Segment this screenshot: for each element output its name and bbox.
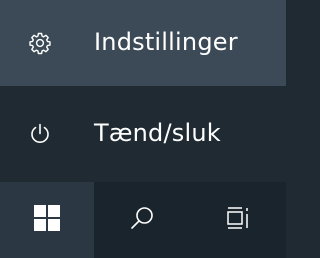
start-button[interactable] <box>0 182 94 258</box>
power-menu-item[interactable]: Tænd/sluk <box>0 86 286 182</box>
gear-icon <box>28 31 52 55</box>
settings-menu-item[interactable]: Indstillinger <box>0 0 286 86</box>
start-menu: Indstillinger Tænd/sluk <box>0 0 286 258</box>
search-button[interactable] <box>94 182 190 258</box>
search-icon <box>129 205 155 235</box>
windows-logo-icon <box>34 205 60 235</box>
power-label: Tænd/sluk <box>94 119 221 147</box>
task-view-icon <box>225 205 251 235</box>
power-icon <box>28 122 52 146</box>
taskbar <box>0 182 286 258</box>
task-view-button[interactable] <box>190 182 286 258</box>
settings-label: Indstillinger <box>94 28 238 56</box>
